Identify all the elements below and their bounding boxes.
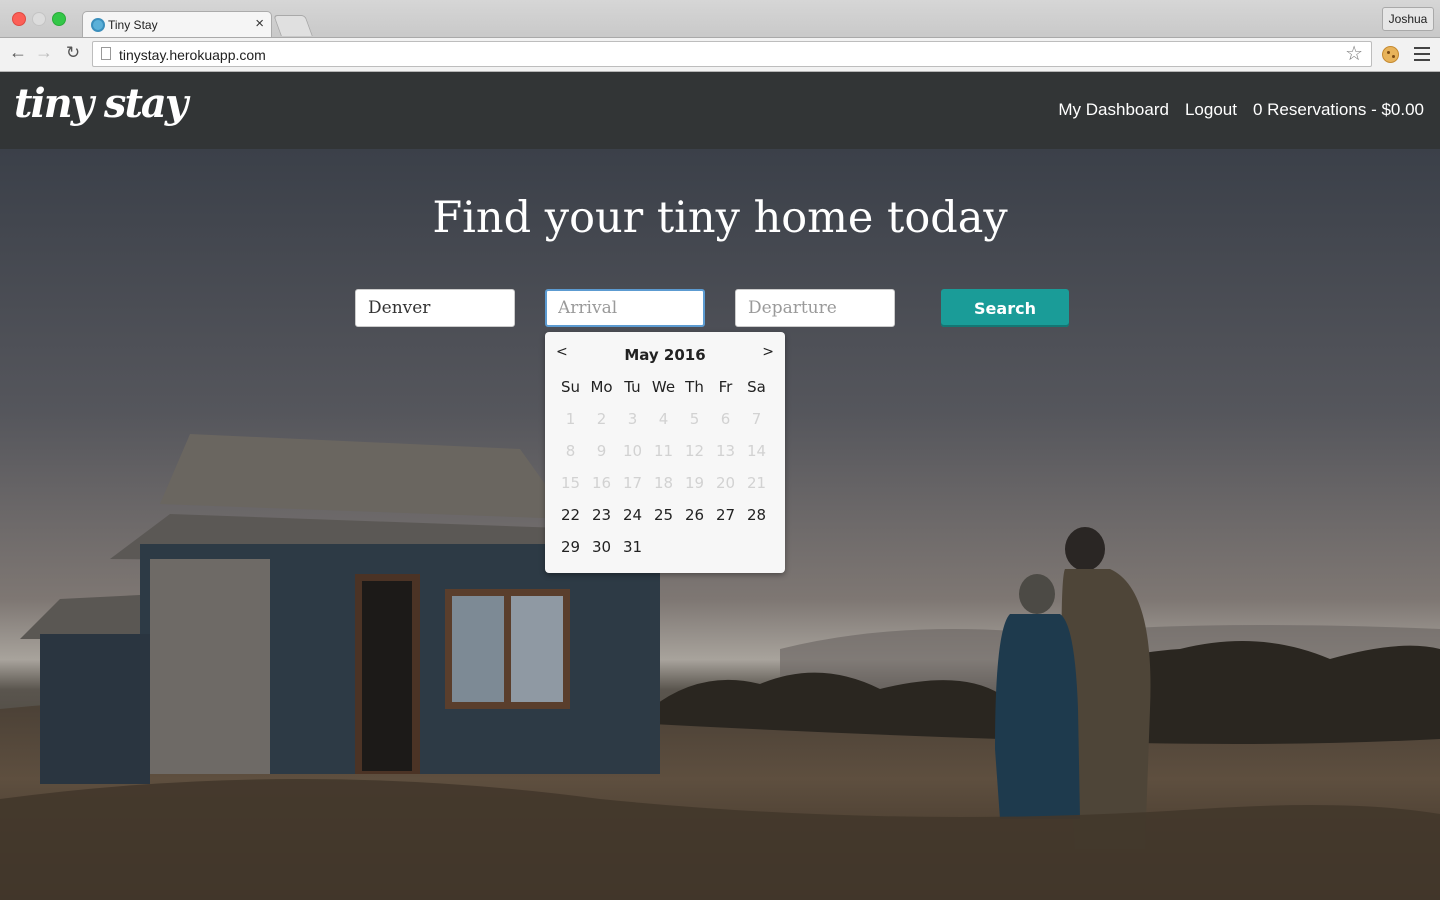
- site-favicon-icon: [91, 18, 105, 32]
- back-arrow-icon[interactable]: ←: [8, 42, 28, 63]
- datepicker-popup: < May 2016 > Su Mo Tu We Th Fr Sa 1 2 3 4 5 6 7 8 9 10 11…: [545, 332, 785, 573]
- forward-arrow-icon[interactable]: →: [34, 42, 54, 63]
- calendar-day: 7: [751, 410, 762, 428]
- minimize-window-button[interactable]: [32, 12, 46, 26]
- profile-button[interactable]: Joshua: [1382, 7, 1434, 31]
- weekday-header: Su: [560, 378, 581, 396]
- calendar-day: 3: [627, 410, 638, 428]
- hero-headline: Find your tiny home today: [432, 193, 1008, 243]
- url-text[interactable]: tinystay.herokuapp.com: [119, 47, 266, 63]
- address-bar[interactable]: tinystay.herokuapp.com ☆: [92, 41, 1372, 67]
- calendar-day: 16: [591, 474, 612, 492]
- calendar-day: 20: [715, 474, 736, 492]
- calendar-day: 9: [596, 442, 607, 460]
- calendar-day: 10: [622, 442, 643, 460]
- calendar-day[interactable]: 24: [617, 504, 648, 536]
- weekday-header: We: [651, 378, 676, 396]
- my-dashboard-link[interactable]: My Dashboard: [1058, 100, 1169, 119]
- datepicker-calendar-grid: Su Mo Tu We Th Fr Sa 1 2 3 4 5 6 7 8 9 10 11 12 13 14 15 16 17 1…: [555, 376, 777, 568]
- calendar-day: 12: [684, 442, 705, 460]
- browser-tab-bar: Tiny Stay × Joshua: [0, 0, 1440, 38]
- calendar-day[interactable]: 27: [710, 504, 741, 536]
- header-nav: My Dashboard Logout 0 Reservations - $0.00: [1042, 100, 1424, 120]
- calendar-day: 13: [715, 442, 736, 460]
- calendar-day: 2: [596, 410, 607, 428]
- browser-toolbar: ← → ↻ tinystay.herokuapp.com ☆: [0, 38, 1440, 72]
- reload-icon[interactable]: ↻: [63, 43, 83, 63]
- calendar-day: 8: [565, 442, 576, 460]
- calendar-day: 21: [746, 474, 767, 492]
- tab-close-icon[interactable]: ×: [255, 15, 264, 32]
- calendar-day: 15: [560, 474, 581, 492]
- logout-link[interactable]: Logout: [1185, 100, 1237, 119]
- calendar-day[interactable]: 31: [617, 536, 648, 568]
- hamburger-menu-icon[interactable]: [1414, 47, 1430, 61]
- weekday-header: Th: [685, 378, 704, 396]
- calendar-day[interactable]: 28: [741, 504, 772, 536]
- site-header: tiny stay My Dashboard Logout 0 Reservatio…: [0, 72, 1440, 149]
- maximize-window-button[interactable]: [52, 12, 66, 26]
- tiny-stay-logo[interactable]: tiny stay: [14, 80, 188, 127]
- reservations-link[interactable]: 0 Reservations - $0.00: [1253, 100, 1424, 119]
- calendar-day: 19: [684, 474, 705, 492]
- city-input[interactable]: [355, 289, 515, 327]
- tab-title: Tiny Stay: [108, 18, 158, 32]
- weekday-header: Sa: [747, 378, 766, 396]
- calendar-day[interactable]: 23: [586, 504, 617, 536]
- cookie-extension-icon[interactable]: [1382, 46, 1399, 63]
- departure-date-input[interactable]: [735, 289, 895, 327]
- search-button[interactable]: Search: [941, 289, 1069, 327]
- calendar-day: 17: [622, 474, 643, 492]
- calendar-day[interactable]: 29: [555, 536, 586, 568]
- next-month-button[interactable]: >: [762, 344, 774, 360]
- calendar-day: 14: [746, 442, 767, 460]
- browser-tab[interactable]: Tiny Stay ×: [82, 11, 272, 37]
- weekday-header: Mo: [590, 378, 613, 396]
- page-icon: [101, 47, 111, 60]
- calendar-day[interactable]: 22: [555, 504, 586, 536]
- calendar-day: 5: [689, 410, 700, 428]
- close-window-button[interactable]: [12, 12, 26, 26]
- calendar-day: 6: [720, 410, 731, 428]
- calendar-day: 4: [658, 410, 669, 428]
- datepicker-month-title: May 2016: [624, 346, 706, 364]
- arrival-date-input[interactable]: [545, 289, 705, 327]
- calendar-day: 18: [653, 474, 674, 492]
- weekday-header: Tu: [624, 378, 641, 396]
- weekday-header: Fr: [718, 378, 733, 396]
- calendar-day: 1: [565, 410, 576, 428]
- calendar-day: 11: [653, 442, 674, 460]
- hero-section: Find your tiny home today Search < May 2…: [0, 149, 1440, 900]
- bookmark-star-icon[interactable]: ☆: [1345, 42, 1363, 66]
- calendar-day[interactable]: 25: [648, 504, 679, 536]
- new-tab-button[interactable]: [273, 15, 313, 36]
- calendar-day[interactable]: 30: [586, 536, 617, 568]
- calendar-day[interactable]: 26: [679, 504, 710, 536]
